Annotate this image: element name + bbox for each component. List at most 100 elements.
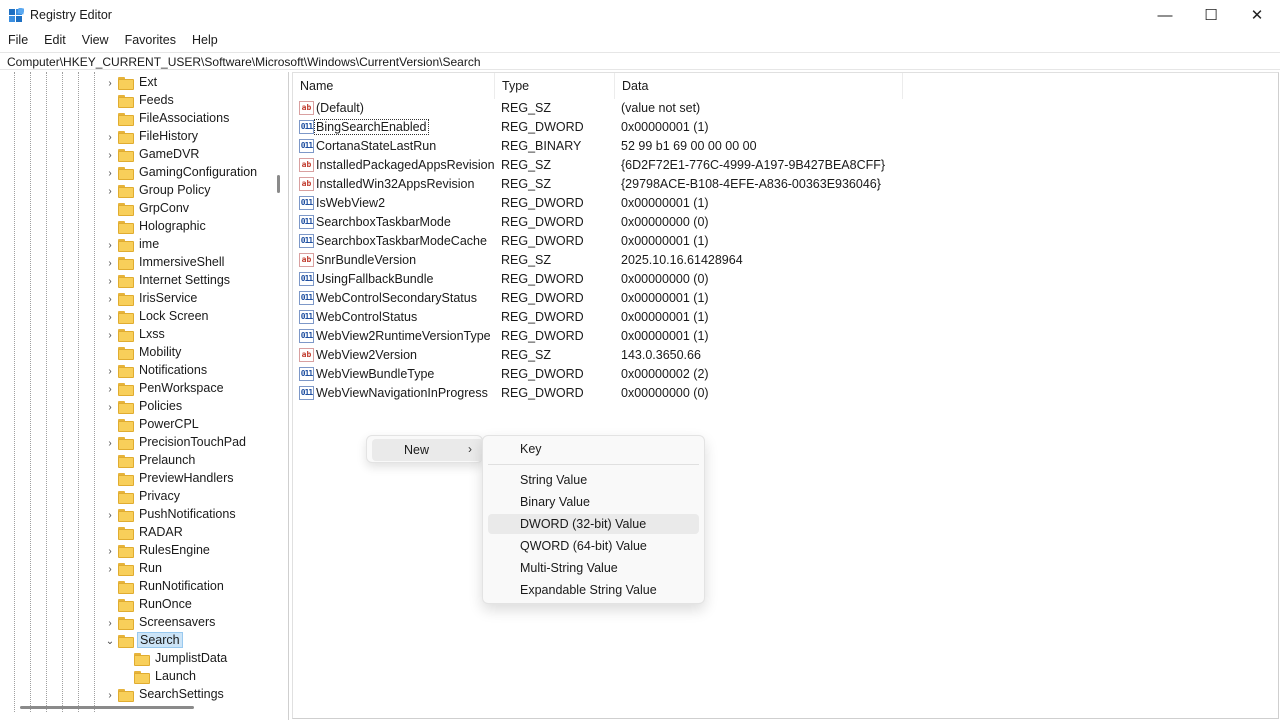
values-list[interactable]: Name Type Data ab (Default) REG_SZ (value n… bbox=[292, 72, 1279, 719]
menu-favorites[interactable]: Favorites bbox=[117, 31, 184, 51]
submenu-item-expandable-string-value[interactable]: Expandable String Value bbox=[488, 580, 699, 600]
tree-item-notifications[interactable]: › Notifications bbox=[0, 362, 280, 380]
chevron-right-icon[interactable]: › bbox=[105, 686, 115, 704]
chevron-right-icon[interactable]: › bbox=[105, 614, 115, 632]
value-row[interactable]: 011 WebViewNavigationInProgress REG_DWORD 0… bbox=[293, 384, 1278, 403]
column-header-data[interactable]: Data bbox=[615, 73, 903, 99]
tree-item-runnotification[interactable]: RunNotification bbox=[0, 578, 280, 596]
chevron-right-icon[interactable]: › bbox=[105, 560, 115, 578]
chevron-right-icon[interactable]: › bbox=[105, 254, 115, 272]
column-header-type[interactable]: Type bbox=[495, 73, 615, 99]
menu-file[interactable]: File bbox=[0, 31, 36, 51]
chevron-right-icon[interactable]: › bbox=[105, 164, 115, 182]
tree-item-penworkspace[interactable]: › PenWorkspace bbox=[0, 380, 280, 398]
folder-icon bbox=[118, 112, 134, 126]
submenu-item-string-value[interactable]: String Value bbox=[488, 470, 699, 490]
tree-item-feeds[interactable]: Feeds bbox=[0, 92, 280, 110]
binary-value-icon: 011 bbox=[299, 196, 314, 210]
chevron-right-icon[interactable]: › bbox=[105, 362, 115, 380]
chevron-down-icon[interactable]: ⌄ bbox=[105, 632, 115, 650]
tree-item-irisservice[interactable]: › IrisService bbox=[0, 290, 280, 308]
chevron-right-icon[interactable]: › bbox=[105, 182, 115, 200]
menu-edit[interactable]: Edit bbox=[36, 31, 74, 51]
tree-horizontal-scrollbar[interactable] bbox=[20, 706, 194, 709]
tree-vertical-scrollbar[interactable] bbox=[277, 175, 280, 193]
chevron-right-icon[interactable]: › bbox=[105, 128, 115, 146]
chevron-right-icon[interactable]: › bbox=[105, 326, 115, 344]
menu-help[interactable]: Help bbox=[184, 31, 226, 51]
tree-item-immersiveshell[interactable]: › ImmersiveShell bbox=[0, 254, 280, 272]
tree-item-radar[interactable]: RADAR bbox=[0, 524, 280, 542]
tree-item-rulesengine[interactable]: › RulesEngine bbox=[0, 542, 280, 560]
tree-item-precisiontouchpad[interactable]: › PrecisionTouchPad bbox=[0, 434, 280, 452]
address-bar[interactable]: Computer\HKEY_CURRENT_USER\Software\Micr… bbox=[0, 52, 1280, 70]
chevron-right-icon[interactable]: › bbox=[105, 236, 115, 254]
tree-item-fileassociations[interactable]: FileAssociations bbox=[0, 110, 280, 128]
tree-item-searchsettings[interactable]: › SearchSettings bbox=[0, 686, 280, 704]
context-menu-new[interactable]: New › bbox=[372, 439, 484, 461]
tree-item-lock-screen[interactable]: › Lock Screen bbox=[0, 308, 280, 326]
chevron-right-icon[interactable]: › bbox=[105, 74, 115, 92]
value-row[interactable]: ab SnrBundleVersion REG_SZ 2025.10.16.61428… bbox=[293, 251, 1278, 270]
value-row[interactable]: 011 SearchboxTaskbarModeCache REG_DWORD 0x0… bbox=[293, 232, 1278, 251]
column-header-name[interactable]: Name bbox=[293, 73, 495, 99]
tree-item-gamingconfiguration[interactable]: › GamingConfiguration bbox=[0, 164, 280, 182]
tree-item-label: Search bbox=[137, 632, 183, 648]
value-row[interactable]: 011 BingSearchEnabled REG_DWORD 0x00000001 … bbox=[293, 118, 1278, 137]
tree-item-mobility[interactable]: Mobility bbox=[0, 344, 280, 362]
value-row[interactable]: 011 CortanaStateLastRun REG_BINARY 52 99 b1… bbox=[293, 137, 1278, 156]
chevron-right-icon[interactable]: › bbox=[105, 146, 115, 164]
tree-item-filehistory[interactable]: › FileHistory bbox=[0, 128, 280, 146]
tree-item-grpconv[interactable]: GrpConv bbox=[0, 200, 280, 218]
maximize-button[interactable]: ☐ bbox=[1188, 0, 1234, 30]
tree-item-previewhandlers[interactable]: PreviewHandlers bbox=[0, 470, 280, 488]
chevron-right-icon[interactable]: › bbox=[105, 434, 115, 452]
tree-item-pushnotifications[interactable]: › PushNotifications bbox=[0, 506, 280, 524]
value-row[interactable]: ab WebView2Version REG_SZ 143.0.3650.66 bbox=[293, 346, 1278, 365]
chevron-right-icon[interactable]: › bbox=[105, 506, 115, 524]
tree-item-lxss[interactable]: › Lxss bbox=[0, 326, 280, 344]
value-row[interactable]: ab InstalledWin32AppsRevision REG_SZ {29798… bbox=[293, 175, 1278, 194]
chevron-right-icon[interactable]: › bbox=[105, 290, 115, 308]
chevron-right-icon[interactable]: › bbox=[105, 542, 115, 560]
value-row[interactable]: 011 WebControlStatus REG_DWORD 0x00000001 (… bbox=[293, 308, 1278, 327]
value-row[interactable]: 011 UsingFallbackBundle REG_DWORD 0x0000000… bbox=[293, 270, 1278, 289]
value-row[interactable]: 011 WebViewBundleType REG_DWORD 0x00000002 … bbox=[293, 365, 1278, 384]
tree-item-gamedvr[interactable]: › GameDVR bbox=[0, 146, 280, 164]
tree-item-policies[interactable]: › Policies bbox=[0, 398, 280, 416]
submenu-item-qword-64-bit-value[interactable]: QWORD (64-bit) Value bbox=[488, 536, 699, 556]
value-row[interactable]: ab InstalledPackagedAppsRevision REG_SZ {6D… bbox=[293, 156, 1278, 175]
submenu-item-multi-string-value[interactable]: Multi-String Value bbox=[488, 558, 699, 578]
tree-item-search[interactable]: ⌄ Search bbox=[0, 632, 280, 650]
tree-item-holographic[interactable]: Holographic bbox=[0, 218, 280, 236]
tree-item-launch[interactable]: Launch bbox=[0, 668, 280, 686]
close-button[interactable]: ✕ bbox=[1234, 0, 1280, 30]
chevron-right-icon[interactable]: › bbox=[105, 398, 115, 416]
tree-item-run[interactable]: › Run bbox=[0, 560, 280, 578]
chevron-right-icon[interactable]: › bbox=[105, 380, 115, 398]
tree-item-prelaunch[interactable]: Prelaunch bbox=[0, 452, 280, 470]
key-tree[interactable]: › Ext Feeds FileAssociations › FileHistory › Ga… bbox=[0, 72, 289, 720]
tree-item-internet-settings[interactable]: › Internet Settings bbox=[0, 272, 280, 290]
binary-value-icon: 011 bbox=[299, 310, 314, 324]
value-row[interactable]: 011 WebView2RuntimeVersionType REG_DWORD 0x… bbox=[293, 327, 1278, 346]
value-row[interactable]: 011 SearchboxTaskbarMode REG_DWORD 0x000000… bbox=[293, 213, 1278, 232]
tree-item-screensavers[interactable]: › Screensavers bbox=[0, 614, 280, 632]
submenu-item-dword-32-bit-value[interactable]: DWORD (32-bit) Value bbox=[488, 514, 699, 534]
tree-item-ime[interactable]: › ime bbox=[0, 236, 280, 254]
tree-item-ext[interactable]: › Ext bbox=[0, 74, 280, 92]
tree-item-runonce[interactable]: RunOnce bbox=[0, 596, 280, 614]
tree-item-group-policy[interactable]: › Group Policy bbox=[0, 182, 280, 200]
value-row[interactable]: 011 IsWebView2 REG_DWORD 0x00000001 (1) bbox=[293, 194, 1278, 213]
value-row[interactable]: ab (Default) REG_SZ (value not set) bbox=[293, 99, 1278, 118]
chevron-right-icon[interactable]: › bbox=[105, 272, 115, 290]
submenu-item-binary-value[interactable]: Binary Value bbox=[488, 492, 699, 512]
value-row[interactable]: 011 WebControlSecondaryStatus REG_DWORD 0x0… bbox=[293, 289, 1278, 308]
minimize-button[interactable]: — bbox=[1142, 0, 1188, 30]
chevron-right-icon[interactable]: › bbox=[105, 308, 115, 326]
tree-item-powercpl[interactable]: PowerCPL bbox=[0, 416, 280, 434]
submenu-item-key[interactable]: Key bbox=[488, 439, 699, 459]
tree-item-jumplistdata[interactable]: JumplistData bbox=[0, 650, 280, 668]
tree-item-privacy[interactable]: Privacy bbox=[0, 488, 280, 506]
menu-view[interactable]: View bbox=[74, 31, 117, 51]
